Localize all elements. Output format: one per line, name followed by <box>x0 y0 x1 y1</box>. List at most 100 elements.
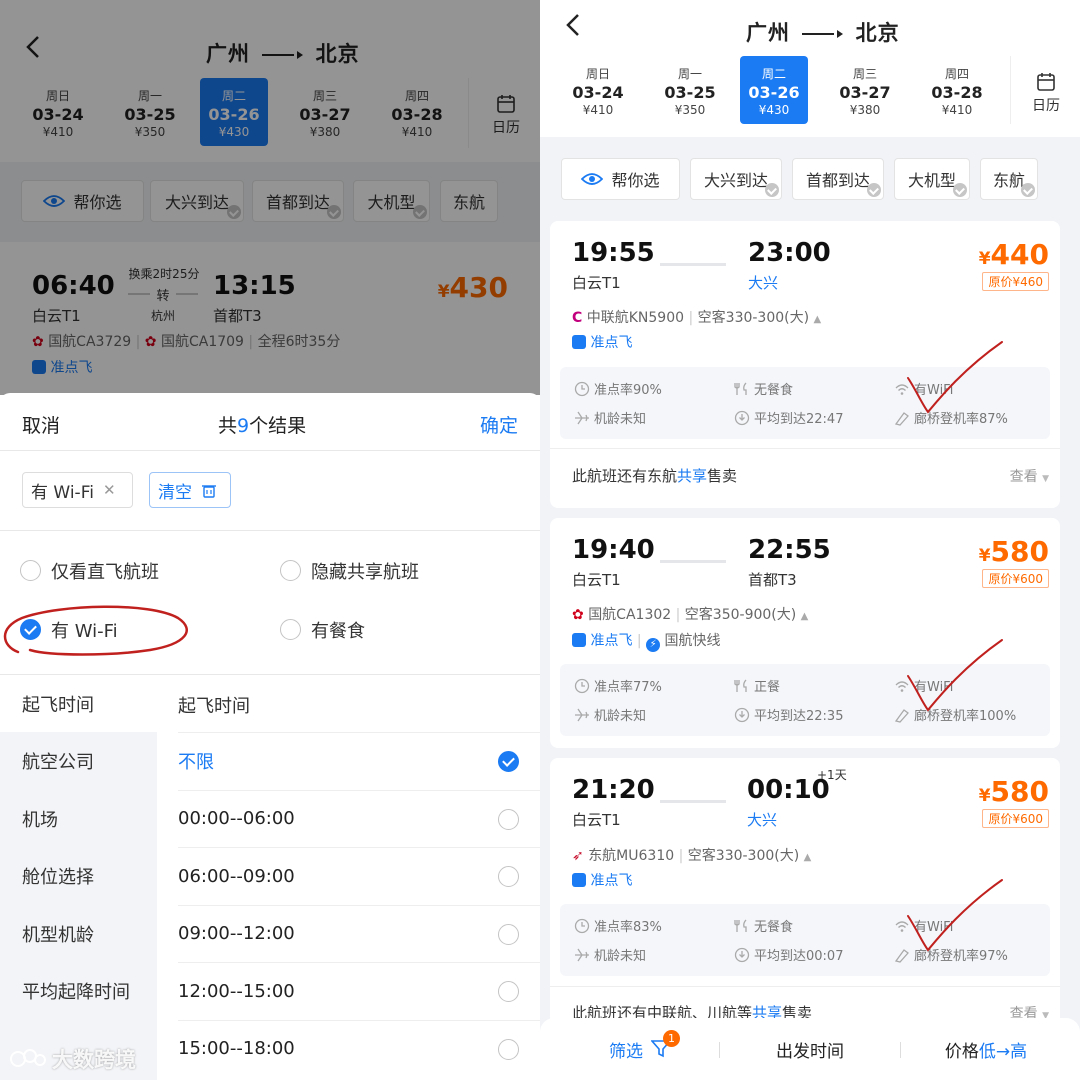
left-screen: 广州 北京 周日 03-24 ¥410 周一 03-25 ¥350 周二 03-26 ¥430 周… <box>0 0 540 1080</box>
time-option-radio[interactable] <box>498 981 519 1002</box>
meal-icon <box>734 381 750 397</box>
wifi-label[interactable]: 有 Wi-Fi <box>51 617 118 643</box>
date: 03-26 <box>748 83 800 102</box>
flight-price: ¥580 <box>978 535 1049 568</box>
sidebar-item-4[interactable]: 机型机龄 <box>0 905 157 962</box>
airline-logo-icon: ✿ <box>572 607 584 623</box>
chip-eastern[interactable]: 东航 <box>980 158 1038 200</box>
sidebar-item-2[interactable]: 机场 <box>0 790 157 847</box>
meal-label[interactable]: 有餐食 <box>311 617 365 643</box>
plane-icon <box>574 410 590 426</box>
flight-price: ¥580 <box>978 775 1049 808</box>
jetbridge-rate: 廊桥登机率97% <box>914 949 1008 964</box>
hide-share-radio[interactable] <box>280 560 301 581</box>
meal-radio[interactable] <box>280 619 301 640</box>
right-header: 广州 北京 周日 03-24 ¥410 周一 03-25 ¥350 周二 03-26 ¥430 周… <box>540 0 1080 137</box>
time-option-row[interactable]: 12:00--15:00 <box>178 962 540 1019</box>
view-codeshare-button[interactable]: 查看 ▼ <box>1010 466 1049 486</box>
meal-info: 无餐食 <box>754 383 794 398</box>
average-arrival: 平均到达00:07 <box>754 949 844 964</box>
meal-icon <box>734 678 750 694</box>
ontime-icon <box>572 633 586 647</box>
meal-icon <box>734 918 750 934</box>
lightning-icon: ⚡ <box>646 638 661 652</box>
time-option-label: 06:00--09:00 <box>178 865 295 887</box>
flight-stats: 准点率83% 无餐食 有WiFi 机龄未知 平均到达00:07 廊桥登机率97% <box>560 904 1050 976</box>
time-option-row[interactable]: 00:00--06:00 <box>178 789 540 847</box>
date-item-03-26[interactable]: 周二 03-26 ¥430 <box>740 56 808 124</box>
next-day-badge: +1天 <box>817 768 847 782</box>
clock-icon <box>574 381 590 397</box>
sidebar-item-5[interactable]: 平均起降时间 <box>0 963 157 1020</box>
hide-share-label[interactable]: 隐藏共享航班 <box>311 558 419 584</box>
result-count: 共9个结果 <box>218 415 307 437</box>
time-option-radio[interactable] <box>498 1038 519 1060</box>
time-option-row[interactable]: 不限 <box>178 732 540 789</box>
sidebar-item-3[interactable]: 舱位选择 <box>0 848 157 905</box>
route-line <box>660 263 726 266</box>
ontime-icon <box>572 873 586 887</box>
ontime-tag: 准点飞 <box>572 870 632 890</box>
jetbridge-rate: 廊桥登机率100% <box>914 709 1017 724</box>
time-option-row[interactable]: 06:00--09:00 <box>178 847 540 904</box>
date-item-03-27[interactable]: 周三 03-27 ¥380 <box>831 56 899 124</box>
sidebar-item-0[interactable]: 起飞时间 <box>0 675 157 732</box>
checked-icon[interactable] <box>498 751 519 772</box>
calendar-label: 日历 <box>1032 98 1060 114</box>
date-item-03-24[interactable]: 周日 03-24 ¥410 <box>564 56 632 124</box>
close-icon[interactable]: ✕ <box>103 481 116 499</box>
date-item-03-25[interactable]: 周一 03-25 ¥350 <box>656 56 724 124</box>
lowest-price: ¥410 <box>582 103 614 117</box>
clear-button[interactable]: 清空 <box>149 472 231 508</box>
calendar-icon <box>1036 72 1056 92</box>
route-from: 广州 <box>746 21 790 45</box>
time-option-row[interactable]: 15:00--18:00 <box>178 1019 540 1077</box>
jetbridge-icon <box>894 947 910 963</box>
ontime-rate: 准点率90% <box>594 383 662 398</box>
flight-card[interactable]: 19:40 白云T1 22:55 首都T3 ¥580 原价¥600 ✿ 国航CA… <box>550 518 1060 748</box>
check-icon <box>1021 183 1035 197</box>
selected-tag-wifi[interactable]: 有 Wi-Fi ✕ <box>22 472 133 508</box>
time-option-radio[interactable] <box>498 866 519 887</box>
wifi-radio[interactable] <box>20 619 41 640</box>
arrival-time: 22:55 <box>748 535 831 565</box>
calendar-button[interactable]: 日历 <box>1026 72 1066 115</box>
chip-label: 帮你选 <box>611 171 660 190</box>
chip-capital-arrival[interactable]: 首都到达 <box>792 158 884 200</box>
chip-daxing-arrival[interactable]: 大兴到达 <box>690 158 782 200</box>
time-option-radio[interactable] <box>498 923 519 945</box>
flight-card[interactable]: 19:55 白云T1 23:00 大兴 ¥440 原价¥460 C 中联航KN5… <box>550 221 1060 508</box>
date-item-03-28[interactable]: 周四 03-28 ¥410 <box>923 56 991 124</box>
back-arrow-icon[interactable] <box>564 12 582 38</box>
sort-departure-button[interactable]: 出发时间 <box>720 1018 900 1080</box>
check-icon <box>953 183 967 197</box>
direct-only-radio[interactable] <box>20 560 41 581</box>
time-option-row[interactable]: 09:00--12:00 <box>178 904 540 962</box>
confirm-button[interactable]: 确定 <box>480 411 518 438</box>
time-option-label: 00:00--06:00 <box>178 808 295 829</box>
check-icon <box>867 183 881 197</box>
plane-icon <box>574 707 590 723</box>
airline-logo-icon: ➶ <box>572 848 584 864</box>
departure-time: 19:40 <box>572 535 655 565</box>
chip-help-choose[interactable]: 帮你选 <box>561 158 680 200</box>
time-option-label: 不限 <box>178 752 214 773</box>
flight-card[interactable]: 21:20 白云T1 00:10 +1天 大兴 ¥580 原价¥600 ➶ 东航… <box>550 758 1060 1048</box>
modal-overlay[interactable] <box>0 0 540 395</box>
cancel-button[interactable]: 取消 <box>22 411 60 438</box>
arrival-time: 23:00 <box>748 238 831 268</box>
direct-only-label[interactable]: 仅看直飞航班 <box>51 558 159 584</box>
ontime-rate: 准点率83% <box>594 920 662 935</box>
filter-button[interactable]: 筛选 1 <box>560 1018 720 1080</box>
sidebar-item-1[interactable]: 航空公司 <box>0 733 157 790</box>
chip-large-aircraft[interactable]: 大机型 <box>894 158 970 200</box>
chip-label: 首都到达 <box>805 171 870 190</box>
sort-price-button[interactable]: 价格 低→高 <box>901 1018 1071 1080</box>
airline-info: ✿ 国航CA1302 | 空客350-900(大) ▲ <box>572 607 809 623</box>
ontime-icon <box>572 335 586 349</box>
arrival-clock-icon <box>734 707 750 723</box>
time-option-radio[interactable] <box>498 808 519 830</box>
filter-icon: 1 <box>651 1030 680 1058</box>
clear-icon <box>202 483 216 498</box>
bottom-bar: 筛选 1 出发时间 价格 低→高 <box>540 1018 1080 1080</box>
